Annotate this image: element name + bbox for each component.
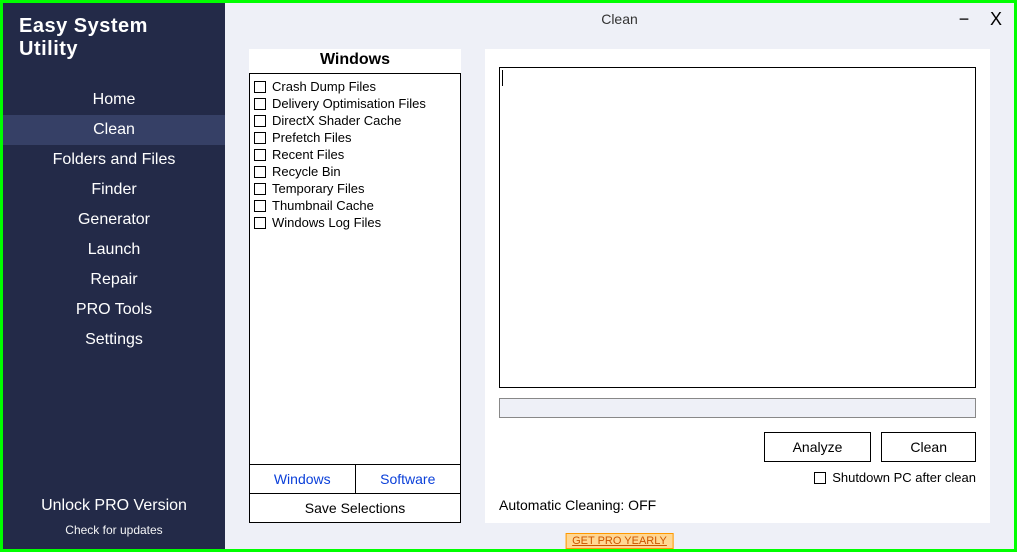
output-textarea[interactable] xyxy=(499,67,976,388)
sidebar-item-finder[interactable]: Finder xyxy=(3,175,225,205)
sidebar-item-clean[interactable]: Clean xyxy=(3,115,225,145)
titlebar: Clean − X xyxy=(225,3,1014,35)
category-item-label: Windows Log Files xyxy=(272,215,381,230)
category-tabs: Windows Software xyxy=(249,465,461,494)
results-panel: Analyze Clean Shutdown PC after clean Au… xyxy=(485,49,990,523)
category-item-label: Recent Files xyxy=(272,147,344,162)
category-item-label: Thumbnail Cache xyxy=(272,198,374,213)
category-item[interactable]: Thumbnail Cache xyxy=(254,197,456,214)
sidebar-item-settings[interactable]: Settings xyxy=(3,325,225,355)
category-item-label: Recycle Bin xyxy=(272,164,341,179)
checkbox-icon[interactable] xyxy=(254,183,266,195)
category-item[interactable]: Windows Log Files xyxy=(254,214,456,231)
checkbox-icon[interactable] xyxy=(254,132,266,144)
sidebar: Easy System Utility HomeCleanFolders and… xyxy=(3,3,225,549)
category-item[interactable]: Recent Files xyxy=(254,146,456,163)
category-heading: Windows xyxy=(249,49,461,73)
sidebar-item-generator[interactable]: Generator xyxy=(3,205,225,235)
checkbox-icon[interactable] xyxy=(254,200,266,212)
close-button[interactable]: X xyxy=(984,7,1008,31)
analyze-button[interactable]: Analyze xyxy=(764,432,872,462)
category-item[interactable]: Delivery Optimisation Files xyxy=(254,95,456,112)
sidebar-item-folders-and-files[interactable]: Folders and Files xyxy=(3,145,225,175)
app-title: Easy System Utility xyxy=(3,9,225,85)
sidebar-nav: HomeCleanFolders and FilesFinderGenerato… xyxy=(3,85,225,355)
checkbox-icon[interactable] xyxy=(254,115,266,127)
unlock-pro-link[interactable]: Unlock PRO Version xyxy=(3,493,225,523)
sidebar-item-home[interactable]: Home xyxy=(3,85,225,115)
category-item-label: DirectX Shader Cache xyxy=(272,113,401,128)
category-item[interactable]: Prefetch Files xyxy=(254,129,456,146)
category-item[interactable]: Temporary Files xyxy=(254,180,456,197)
category-item[interactable]: Recycle Bin xyxy=(254,163,456,180)
text-caret-icon xyxy=(502,70,503,86)
checkbox-icon[interactable] xyxy=(254,166,266,178)
checkbox-icon[interactable] xyxy=(254,217,266,229)
checkbox-icon[interactable] xyxy=(254,149,266,161)
category-panel: Windows Crash Dump Files Delivery Optimis… xyxy=(249,49,461,523)
category-item[interactable]: Crash Dump Files xyxy=(254,78,456,95)
checkbox-icon[interactable] xyxy=(254,98,266,110)
check-updates-link[interactable]: Check for updates xyxy=(3,523,225,549)
tab-windows[interactable]: Windows xyxy=(250,465,355,493)
category-item-label: Prefetch Files xyxy=(272,130,351,145)
shutdown-label: Shutdown PC after clean xyxy=(832,470,976,485)
checkbox-icon[interactable] xyxy=(254,81,266,93)
category-item-label: Delivery Optimisation Files xyxy=(272,96,426,111)
sidebar-item-repair[interactable]: Repair xyxy=(3,265,225,295)
category-item-label: Temporary Files xyxy=(272,181,364,196)
category-list: Crash Dump Files Delivery Optimisation Fi… xyxy=(249,73,461,465)
get-pro-yearly-link[interactable]: GET PRO YEARLY xyxy=(565,533,674,549)
tab-software[interactable]: Software xyxy=(355,465,461,493)
page-title: Clean xyxy=(601,11,638,27)
sidebar-item-pro-tools[interactable]: PRO Tools xyxy=(3,295,225,325)
footer: GET PRO YEARLY xyxy=(225,529,1014,549)
sidebar-item-launch[interactable]: Launch xyxy=(3,235,225,265)
automatic-cleaning-status: Automatic Cleaning: OFF xyxy=(499,497,976,513)
minimize-button[interactable]: − xyxy=(952,7,976,31)
main-area: Clean − X Windows Crash Dump Files Delive… xyxy=(225,3,1014,549)
shutdown-checkbox[interactable] xyxy=(814,472,826,484)
progress-bar xyxy=(499,398,976,418)
save-selections-button[interactable]: Save Selections xyxy=(249,494,461,523)
category-item[interactable]: DirectX Shader Cache xyxy=(254,112,456,129)
app-window: Easy System Utility HomeCleanFolders and… xyxy=(0,0,1017,552)
clean-button[interactable]: Clean xyxy=(881,432,976,462)
category-item-label: Crash Dump Files xyxy=(272,79,376,94)
